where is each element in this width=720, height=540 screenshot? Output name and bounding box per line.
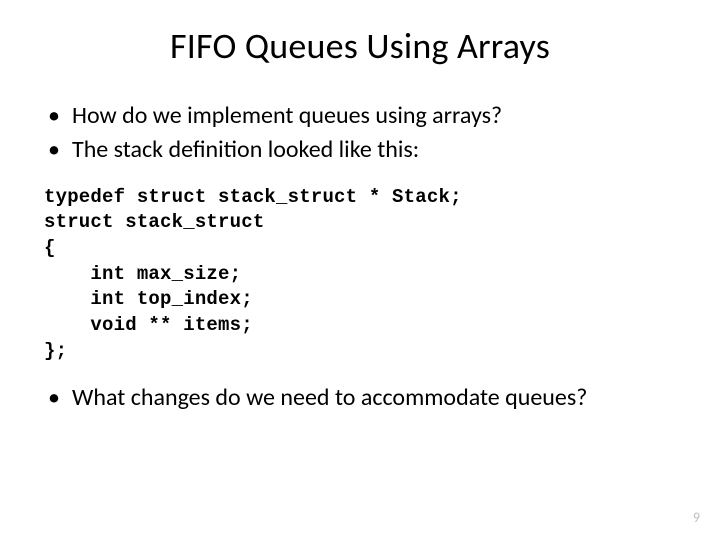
bullet-list-bottom: What changes do we need to accommodate q… [44,382,676,414]
code-block: typedef struct stack_struct * Stack; str… [44,185,676,364]
slide-title: FIFO Queues Using Arrays [44,24,676,68]
slide: FIFO Queues Using Arrays How do we imple… [0,0,720,540]
page-number: 9 [693,509,700,526]
bullet-item: What changes do we need to accommodate q… [44,382,676,414]
bullet-item: How do we implement queues using arrays? [44,100,676,132]
bullet-list-top: How do we implement queues using arrays?… [44,100,676,167]
bullet-item: The stack definition looked like this: [44,134,676,166]
